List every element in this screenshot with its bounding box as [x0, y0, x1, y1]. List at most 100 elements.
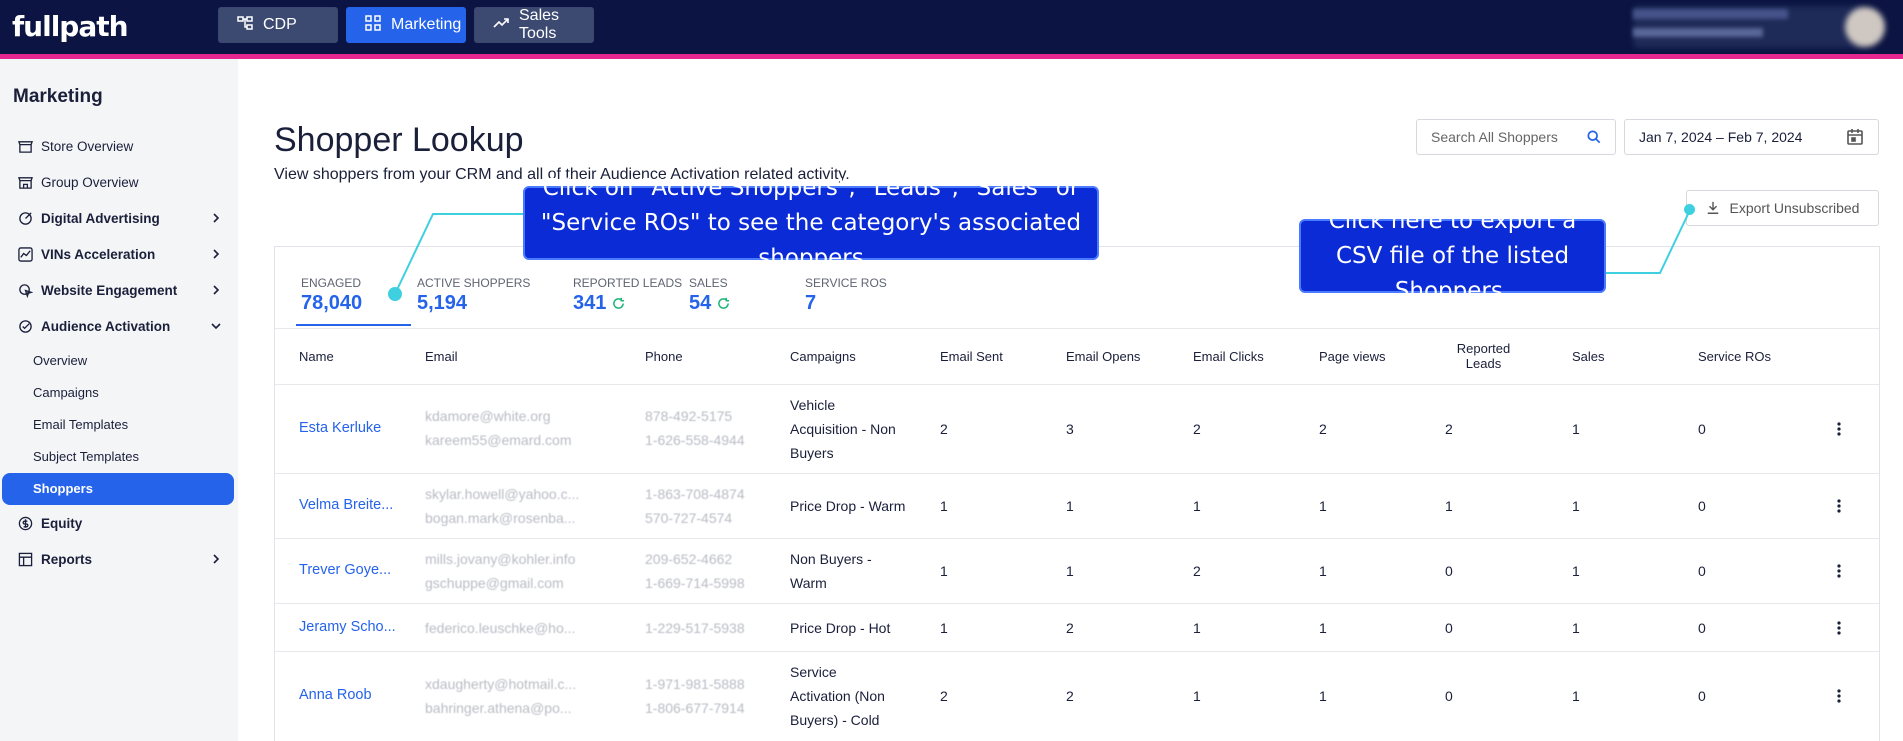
- sales-value: 1: [1572, 421, 1580, 437]
- sidebar-title: Marketing: [13, 86, 103, 107]
- nav-cdp-button[interactable]: CDP: [218, 7, 338, 43]
- sidebar-item-vins-acceleration[interactable]: VINs Acceleration: [18, 239, 226, 269]
- nav-marketing-label: Marketing: [391, 16, 462, 33]
- stat-value: 5,194: [417, 292, 468, 314]
- export-label: Export Unsubscribed: [1729, 200, 1860, 216]
- stat-label: REPORTED LEADS: [573, 276, 683, 290]
- column-header-email-clicks[interactable]: Email Clicks: [1193, 349, 1264, 364]
- sidebar-item-digital-advertising[interactable]: Digital Advertising: [18, 203, 226, 233]
- email-clicks-value: 1: [1193, 620, 1201, 636]
- column-header-page-views[interactable]: Page views: [1319, 349, 1385, 364]
- email-sent-value: 1: [940, 498, 948, 514]
- sales-value: 1: [1572, 498, 1580, 514]
- shopper-campaign: Non Buyers - Warm: [790, 551, 872, 591]
- stat-sales-tab[interactable]: SALES 54: [689, 276, 730, 315]
- sidebar: [0, 59, 238, 741]
- sales-value: 1: [1572, 688, 1580, 704]
- stat-engaged-tab[interactable]: ENGAGED 78,040: [301, 276, 362, 315]
- stat-label: SERVICE ROS: [805, 276, 887, 290]
- sidebar-item-label: Store Overview: [41, 138, 134, 154]
- column-header-campaigns[interactable]: Campaigns: [790, 349, 856, 364]
- shopper-name-link[interactable]: Velma Breite...: [299, 497, 393, 513]
- column-header-sales[interactable]: Sales: [1572, 349, 1605, 364]
- email-sent-value: 2: [940, 688, 948, 704]
- email-sent-value: 2: [940, 421, 948, 437]
- page-title: Shopper Lookup: [274, 121, 524, 159]
- chevron-down-icon: [211, 323, 221, 330]
- sidebar-subitem-campaigns[interactable]: Campaigns: [33, 385, 99, 400]
- email-clicks-value: 1: [1193, 688, 1201, 704]
- table-icon: [18, 552, 33, 567]
- sidebar-subitem-subject-templates[interactable]: Subject Templates: [33, 449, 139, 464]
- store-icon: [18, 139, 33, 154]
- sidebar-item-equity[interactable]: Equity: [18, 508, 226, 538]
- stat-service-ros-tab[interactable]: SERVICE ROS 7: [805, 276, 887, 315]
- row-divider: [275, 473, 1879, 474]
- column-header-email-opens[interactable]: Email Opens: [1066, 349, 1140, 364]
- nav-cdp-label: CDP: [263, 16, 297, 33]
- sidebar-subitem-shoppers[interactable]: Shoppers: [2, 473, 234, 505]
- sidebar-item-reports[interactable]: Reports: [18, 544, 226, 574]
- sidebar-subitem-email-templates[interactable]: Email Templates: [33, 417, 128, 432]
- callout-categories-tip: Click on "Active Shoppers", "Leads", "Sa…: [523, 175, 1099, 271]
- chevron-right-icon: [213, 213, 220, 223]
- sidebar-item-audience-activation[interactable]: Audience Activation: [18, 311, 226, 341]
- row-menu-icon[interactable]: [1837, 564, 1841, 578]
- search-placeholder: Search All Shoppers: [1431, 129, 1558, 145]
- email-clicks-value: 2: [1193, 421, 1201, 437]
- shopper-name-link[interactable]: Jeramy Scho...: [299, 619, 396, 635]
- column-header-email[interactable]: Email: [425, 349, 458, 364]
- service-ros-value: 0: [1698, 421, 1706, 437]
- email-opens-value: 3: [1066, 421, 1074, 437]
- tree-icon: [237, 15, 253, 36]
- shopper-phone: 1-971-981-5888 1-806-677-7914: [645, 676, 745, 716]
- row-menu-icon[interactable]: [1837, 689, 1841, 703]
- cursor-icon: [18, 283, 33, 298]
- sidebar-item-website-engagement[interactable]: Website Engagement: [18, 275, 226, 305]
- column-header-reported-leads[interactable]: Reported Leads: [1445, 341, 1522, 371]
- row-menu-icon[interactable]: [1837, 621, 1841, 635]
- stat-active-shoppers-tab[interactable]: ACTIVE SHOPPERS 5,194: [417, 276, 530, 315]
- target-icon: [18, 211, 33, 226]
- email-clicks-value: 1: [1193, 498, 1201, 514]
- sidebar-item-group-overview[interactable]: Group Overview: [18, 167, 226, 197]
- column-header-service-ros[interactable]: Service ROs: [1698, 349, 1771, 364]
- sales-value: 1: [1572, 563, 1580, 579]
- stat-reported-leads-tab[interactable]: REPORTED LEADS 341: [573, 276, 682, 315]
- nav-marketing-button[interactable]: Marketing: [346, 7, 466, 43]
- service-ros-value: 0: [1698, 620, 1706, 636]
- nav-sales-tools-button[interactable]: Sales Tools: [474, 7, 594, 43]
- column-header-email-sent[interactable]: Email Sent: [940, 349, 1003, 364]
- trend-up-icon: [493, 15, 509, 36]
- reported-leads-value: 2: [1445, 421, 1453, 437]
- row-menu-icon[interactable]: [1837, 422, 1841, 436]
- chevron-right-icon: [213, 554, 220, 564]
- row-menu-icon[interactable]: [1837, 499, 1841, 513]
- callout-text: Click on "Active Shoppers", "Leads", "Sa…: [540, 174, 1082, 271]
- column-header-phone[interactable]: Phone: [645, 349, 683, 364]
- shopper-phone: 878-492-5175 1-626-558-4944: [645, 408, 745, 448]
- export-unsubscribed-button[interactable]: Export Unsubscribed: [1686, 190, 1879, 226]
- shopper-campaign: Service Activation (Non Buyers) - Cold: [790, 664, 885, 728]
- sidebar-item-store-overview[interactable]: Store Overview: [18, 131, 226, 161]
- date-range-picker[interactable]: Jan 7, 2024 – Feb 7, 2024: [1624, 119, 1879, 155]
- service-ros-value: 0: [1698, 498, 1706, 514]
- row-divider: [275, 538, 1879, 539]
- callout-anchor-dot: [1684, 204, 1695, 215]
- shopper-email: skylar.howell@yahoo.c... bogan.mark@rosen…: [425, 486, 580, 526]
- shopper-campaign: Vehicle Acquisition - Non Buyers: [790, 397, 896, 461]
- search-input[interactable]: Search All Shoppers: [1416, 119, 1616, 155]
- page-views-value: 1: [1319, 688, 1327, 704]
- shopper-name-link[interactable]: Trever Goye...: [299, 562, 391, 578]
- sidebar-item-label: Group Overview: [41, 174, 139, 190]
- sidebar-subitem-overview[interactable]: Overview: [33, 353, 87, 368]
- fullpath-logo[interactable]: fullpath: [12, 10, 129, 43]
- avatar[interactable]: [1845, 7, 1885, 47]
- dollar-icon: [18, 516, 33, 531]
- column-header-name[interactable]: Name: [299, 349, 334, 364]
- shopper-email: federico.leuschke@ho...: [425, 620, 576, 636]
- shopper-name-link[interactable]: Anna Roob: [299, 687, 372, 703]
- reported-leads-value: 0: [1445, 688, 1453, 704]
- sales-value: 1: [1572, 620, 1580, 636]
- shopper-name-link[interactable]: Esta Kerluke: [299, 420, 381, 436]
